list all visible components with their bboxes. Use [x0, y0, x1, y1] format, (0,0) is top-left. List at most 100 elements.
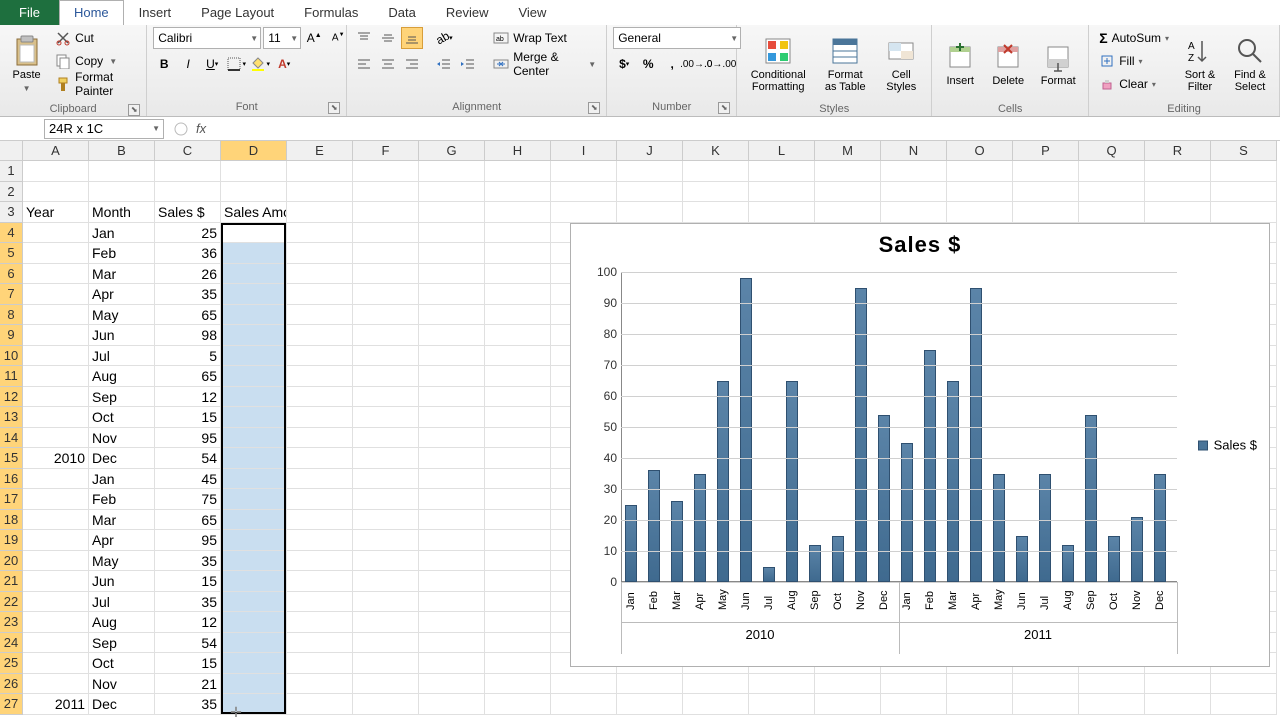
cell-C21[interactable]: 15	[155, 571, 221, 592]
cell-E18[interactable]	[287, 510, 353, 531]
select-all-button[interactable]	[0, 141, 23, 161]
row-header-8[interactable]: 8	[0, 305, 23, 326]
row-header-18[interactable]: 18	[0, 510, 23, 531]
cell-G14[interactable]	[419, 428, 485, 449]
increase-indent-button[interactable]	[457, 53, 479, 75]
cell-styles-button[interactable]: Cell Styles	[877, 27, 925, 101]
cell-O2[interactable]	[947, 182, 1013, 203]
col-header-C[interactable]: C	[155, 141, 221, 161]
fill-button[interactable]: Fill▾	[1095, 50, 1173, 72]
cell-A19[interactable]	[23, 530, 89, 551]
cell-F7[interactable]	[353, 284, 419, 305]
cell-A10[interactable]	[23, 346, 89, 367]
cell-D23[interactable]	[221, 612, 287, 633]
cell-H26[interactable]	[485, 674, 551, 695]
cell-C7[interactable]: 35	[155, 284, 221, 305]
cell-Q1[interactable]	[1079, 161, 1145, 182]
formula-input[interactable]	[212, 119, 1280, 139]
cell-E19[interactable]	[287, 530, 353, 551]
row-headers[interactable]: 1234567891011121314151617181920212223242…	[0, 161, 23, 715]
chart-bar[interactable]	[1085, 415, 1097, 582]
cell-A13[interactable]	[23, 407, 89, 428]
cell-C3[interactable]: Sales $	[155, 202, 221, 223]
cell-D25[interactable]	[221, 653, 287, 674]
cell-C4[interactable]: 25	[155, 223, 221, 244]
cell-C12[interactable]: 12	[155, 387, 221, 408]
cell-C13[interactable]: 15	[155, 407, 221, 428]
cut-button[interactable]: Cut	[51, 27, 140, 49]
cell-C19[interactable]: 95	[155, 530, 221, 551]
find-select-button[interactable]: Find & Select	[1227, 27, 1273, 101]
cell-N3[interactable]	[881, 202, 947, 223]
cell-H16[interactable]	[485, 469, 551, 490]
cell-R3[interactable]	[1145, 202, 1211, 223]
cell-D26[interactable]	[221, 674, 287, 695]
cell-G9[interactable]	[419, 325, 485, 346]
cell-D24[interactable]	[221, 633, 287, 654]
cell-E9[interactable]	[287, 325, 353, 346]
cell-S27[interactable]	[1211, 694, 1277, 715]
cell-G11[interactable]	[419, 366, 485, 387]
cell-N2[interactable]	[881, 182, 947, 203]
cell-J2[interactable]	[617, 182, 683, 203]
col-header-B[interactable]: B	[89, 141, 155, 161]
cell-A25[interactable]	[23, 653, 89, 674]
cell-I2[interactable]	[551, 182, 617, 203]
chart-bar[interactable]	[855, 288, 867, 583]
fill-handle-icon[interactable]: ✛	[228, 704, 244, 720]
cell-F13[interactable]	[353, 407, 419, 428]
tab-home[interactable]: Home	[59, 0, 124, 25]
orientation-button[interactable]: ab▾	[433, 27, 455, 49]
cell-E24[interactable]	[287, 633, 353, 654]
cell-B4[interactable]: Jan	[89, 223, 155, 244]
format-painter-button[interactable]: Format Painter	[51, 73, 140, 95]
cell-J26[interactable]	[617, 674, 683, 695]
cell-Q27[interactable]	[1079, 694, 1145, 715]
cell-B18[interactable]: Mar	[89, 510, 155, 531]
cell-R1[interactable]	[1145, 161, 1211, 182]
cell-P26[interactable]	[1013, 674, 1079, 695]
cell-B15[interactable]: Dec	[89, 448, 155, 469]
row-header-9[interactable]: 9	[0, 325, 23, 346]
cell-H20[interactable]	[485, 551, 551, 572]
cell-L3[interactable]	[749, 202, 815, 223]
cell-H8[interactable]	[485, 305, 551, 326]
row-header-10[interactable]: 10	[0, 346, 23, 367]
cell-Q3[interactable]	[1079, 202, 1145, 223]
cell-G3[interactable]	[419, 202, 485, 223]
cell-E21[interactable]	[287, 571, 353, 592]
cell-D22[interactable]	[221, 592, 287, 613]
tab-data[interactable]: Data	[373, 0, 430, 25]
alignment-dialog-launcher[interactable]: ⬊	[588, 102, 600, 114]
cell-E1[interactable]	[287, 161, 353, 182]
cell-F14[interactable]	[353, 428, 419, 449]
cell-G10[interactable]	[419, 346, 485, 367]
cell-B19[interactable]: Apr	[89, 530, 155, 551]
cell-N1[interactable]	[881, 161, 947, 182]
insert-button[interactable]: Insert	[938, 27, 982, 101]
col-header-K[interactable]: K	[683, 141, 749, 161]
row-header-11[interactable]: 11	[0, 366, 23, 387]
cell-D2[interactable]	[221, 182, 287, 203]
chart-bar[interactable]	[1108, 536, 1120, 583]
col-header-L[interactable]: L	[749, 141, 815, 161]
cell-H15[interactable]	[485, 448, 551, 469]
cell-H14[interactable]	[485, 428, 551, 449]
cell-H19[interactable]	[485, 530, 551, 551]
cell-B11[interactable]: Aug	[89, 366, 155, 387]
row-header-14[interactable]: 14	[0, 428, 23, 449]
col-header-D[interactable]: D	[221, 141, 287, 161]
cell-G17[interactable]	[419, 489, 485, 510]
cell-H7[interactable]	[485, 284, 551, 305]
cell-P1[interactable]	[1013, 161, 1079, 182]
cell-A6[interactable]	[23, 264, 89, 285]
cell-G26[interactable]	[419, 674, 485, 695]
cell-G22[interactable]	[419, 592, 485, 613]
row-header-17[interactable]: 17	[0, 489, 23, 510]
cell-B21[interactable]: Jun	[89, 571, 155, 592]
cell-B13[interactable]: Oct	[89, 407, 155, 428]
cell-H21[interactable]	[485, 571, 551, 592]
cell-H24[interactable]	[485, 633, 551, 654]
row-header-7[interactable]: 7	[0, 284, 23, 305]
cell-D7[interactable]	[221, 284, 287, 305]
